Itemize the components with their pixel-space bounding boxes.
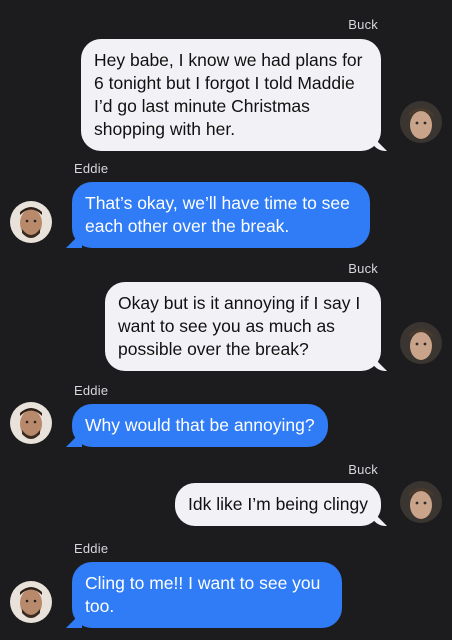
avatar-buck[interactable]	[400, 101, 442, 143]
message-bubble-incoming[interactable]: Hey babe, I know we had plans for 6 toni…	[81, 39, 381, 151]
sender-name-buck: Buck	[348, 17, 378, 32]
message-bubble-outgoing[interactable]: Cling to me!! I want to see you too.	[72, 562, 342, 628]
sender-name-buck: Buck	[348, 462, 378, 477]
message-thread: Buck Hey babe, I know we had plans for 6…	[0, 0, 452, 640]
avatar-eddie[interactable]	[10, 402, 52, 444]
avatar-buck[interactable]	[400, 481, 442, 523]
sender-name-eddie: Eddie	[74, 383, 109, 398]
message-bubble-incoming[interactable]: Okay but is it annoying if I say I want …	[105, 282, 381, 371]
sender-name-eddie: Eddie	[74, 541, 109, 556]
sender-name-buck: Buck	[348, 261, 378, 276]
message-bubble-incoming[interactable]: Idk like I’m being clingy	[175, 483, 381, 526]
avatar-buck-image	[400, 322, 442, 364]
message-bubble-outgoing[interactable]: Why would that be annoying?	[72, 404, 328, 447]
avatar-eddie[interactable]	[10, 201, 52, 243]
sender-name-eddie: Eddie	[74, 161, 109, 176]
avatar-eddie-image	[10, 402, 52, 444]
message-bubble-outgoing[interactable]: That’s okay, we’ll have time to see each…	[72, 182, 370, 248]
avatar-buck-image	[400, 481, 442, 523]
avatar-eddie-image	[10, 201, 52, 243]
avatar-buck[interactable]	[400, 322, 442, 364]
avatar-eddie[interactable]	[10, 581, 52, 623]
avatar-eddie-image	[10, 581, 52, 623]
avatar-buck-image	[400, 101, 442, 143]
